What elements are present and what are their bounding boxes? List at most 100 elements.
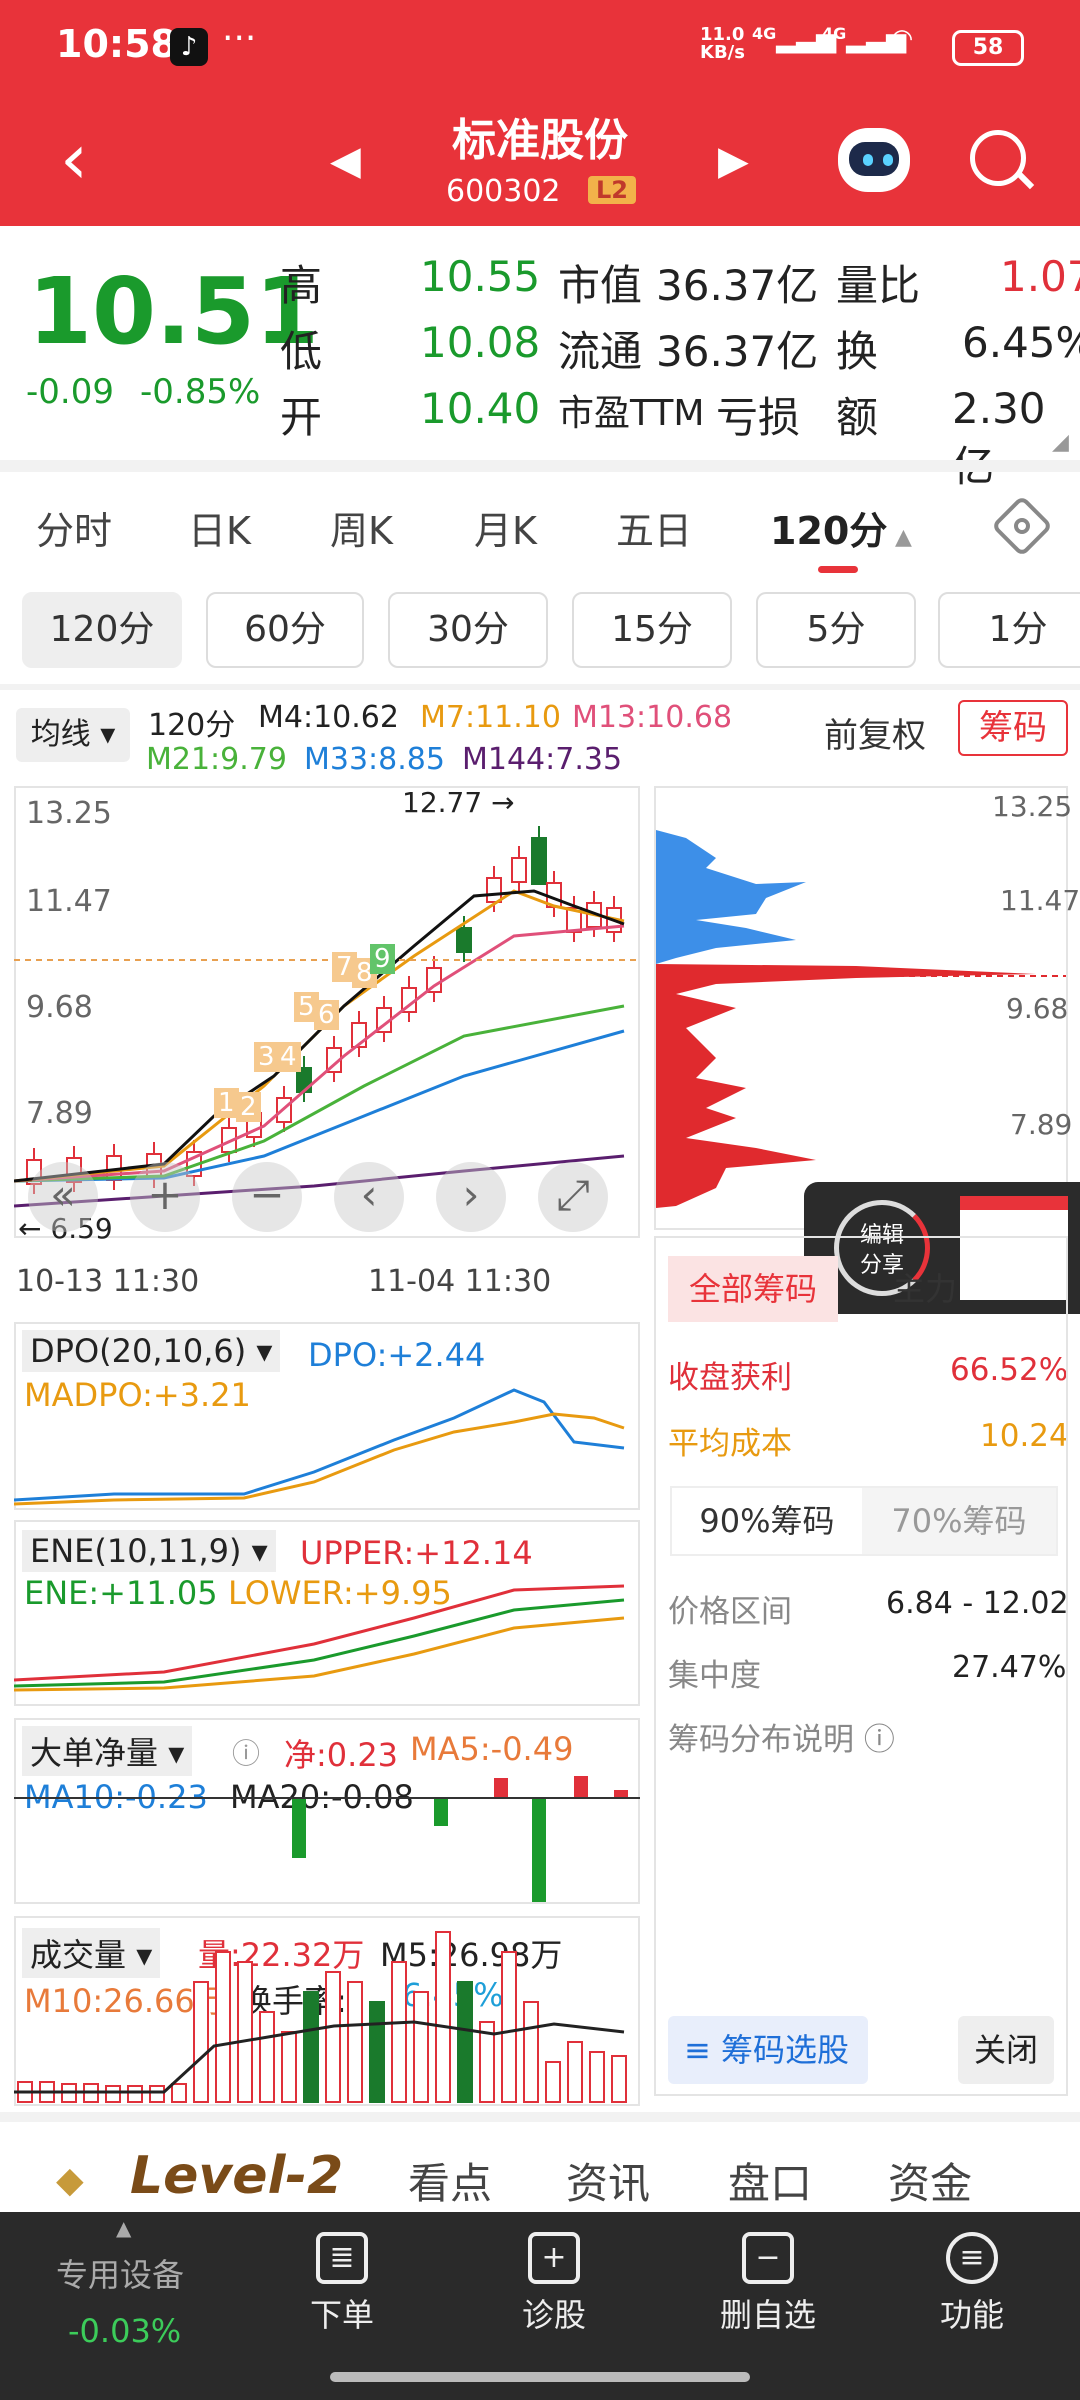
chip-explain-link[interactable]: 筹码分布说明 ⓘ (668, 1714, 895, 1759)
rewind-icon[interactable]: « (28, 1162, 98, 1232)
stock-code: 600302 (446, 174, 561, 209)
subperiod-15[interactable]: 15分 (572, 592, 732, 668)
remove-watchlist-button[interactable]: − 删自选 (720, 2232, 816, 2336)
tab-all-chips[interactable]: 全部筹码 (668, 1256, 838, 1322)
vol-ratio-label: 量比 (836, 261, 921, 310)
functions-button[interactable]: ≡ 功能 (940, 2232, 1004, 2336)
indicator-selector[interactable]: 均线 ▾ (16, 708, 130, 762)
volume-bar (303, 1991, 319, 2103)
candle (531, 837, 547, 885)
zoom-in-icon[interactable]: + (130, 1162, 200, 1232)
diagnose-button[interactable]: + 诊股 (522, 2232, 586, 2336)
tab-main-force[interactable]: 主力 (870, 1256, 980, 1322)
kline-y-label: 11.47 (26, 884, 112, 919)
tab-kandian[interactable]: 看点 (408, 2150, 492, 2211)
open-value: 10.40 (420, 384, 541, 433)
subperiod-5[interactable]: 5分 (756, 592, 916, 668)
volume-bar (193, 1981, 209, 2103)
expand-corner-icon[interactable]: ◢ (1052, 430, 1069, 455)
volume-bar (545, 2061, 561, 2103)
menu-icon: ≡ (946, 2232, 998, 2284)
profit-label: 收盘获利 (668, 1360, 792, 1396)
chip-stock-select-button[interactable]: ≡ 筹码选股 (668, 2016, 868, 2084)
low-value: 10.08 (420, 318, 541, 367)
volume-bar (611, 2055, 627, 2103)
chip-y-label: 9.68 (1006, 992, 1069, 1025)
tab-zijin[interactable]: 资金 (888, 2150, 972, 2211)
pe-label: 市盈TTM (558, 393, 705, 434)
price-change: -0.09 (26, 372, 114, 412)
diamond-icon: ◆ (56, 2160, 84, 2201)
subperiod-1[interactable]: 1分 (938, 592, 1080, 668)
chip-y-label: 11.47 (1000, 884, 1080, 917)
sector-name[interactable]: 专用设备 (56, 2250, 184, 2296)
ma-period: 120分 (148, 708, 236, 743)
scroll-right-icon[interactable]: › (436, 1162, 506, 1232)
scroll-left-icon[interactable]: ‹ (334, 1162, 404, 1232)
price-change-pct: -0.85% (140, 372, 261, 412)
amount-label: 额 (836, 393, 879, 442)
section-divider (0, 684, 1080, 690)
fullscreen-icon[interactable]: ⤢ (538, 1162, 608, 1232)
ma13-value: M13:10.68 (572, 700, 733, 735)
search-icon[interactable] (970, 130, 1026, 186)
avg-cost-value: 10.24 (980, 1418, 1069, 1454)
ma144-line (14, 1154, 625, 1208)
stock-name: 标准股份 (452, 115, 628, 166)
ma13-line (14, 924, 625, 1183)
avg-cost-label: 平均成本 (668, 1426, 792, 1462)
volume-bar (127, 2085, 143, 2103)
order-icon: ≣ (316, 2232, 368, 2284)
volume-bar (281, 2031, 297, 2103)
tab-70pct[interactable]: 70%筹码 (862, 1488, 1056, 1554)
tab-fenshi[interactable]: 分时 (36, 500, 112, 555)
order-button[interactable]: ≣ 下单 (310, 2232, 374, 2336)
tab-daily-k[interactable]: 日K (188, 500, 251, 555)
tab-weekly-k[interactable]: 周K (330, 500, 393, 555)
subperiod-60[interactable]: 60分 (206, 592, 364, 668)
float-label: 流通 (558, 327, 643, 376)
tab-five-day[interactable]: 五日 (616, 500, 692, 555)
settings-icon[interactable] (990, 494, 1054, 558)
volume-bar (171, 2083, 187, 2103)
tab-pankou[interactable]: 盘口 (728, 2150, 812, 2211)
home-indicator (330, 2372, 750, 2382)
list-icon: ≡ (684, 2031, 711, 2069)
candle (511, 857, 527, 883)
tab-90pct[interactable]: 90%筹码 (672, 1488, 862, 1554)
sector-change: -0.03% (68, 2312, 182, 2350)
float-value: 36.37亿 (656, 327, 819, 376)
subperiod-120[interactable]: 120分 (22, 592, 182, 668)
turnover-label: 换 (836, 327, 879, 376)
wifi-icon: ◠ (892, 24, 912, 54)
dpo-chart (14, 1388, 625, 1506)
chip-button[interactable]: 筹码 (958, 700, 1068, 756)
tab-zixun[interactable]: 资讯 (566, 2150, 650, 2211)
bigorder-chart (14, 1776, 640, 1902)
close-chip-button[interactable]: 关闭 (958, 2016, 1054, 2084)
ma144-value: M144:7.35 (462, 742, 623, 777)
last-price: 10.51 (28, 258, 320, 365)
ma7-value: M7:11.10 (420, 700, 561, 735)
tab-monthly-k[interactable]: 月K (474, 500, 537, 555)
adjust-mode[interactable]: 前复权 (824, 708, 926, 757)
concentration-value: 27.47% (952, 1650, 1067, 1685)
volume-bar (259, 2011, 275, 2103)
zoom-out-icon[interactable]: − (232, 1162, 302, 1232)
candle (456, 927, 472, 953)
volume-bar (457, 1981, 473, 2103)
status-bar: 10:58 ♪ ··· 11.0 KB/s 4G▂▃▅ 4G▂▃▅ ◠ 58 (0, 0, 1080, 100)
volume-bar (215, 1951, 231, 2103)
mktcap-value: 36.37亿 (656, 261, 819, 310)
tab-120min[interactable]: 120分 ▲ (770, 500, 912, 555)
level2-tab[interactable]: Level-2 (130, 2146, 343, 2206)
volume-bar (501, 1951, 517, 2103)
battery-indicator: 58 (952, 30, 1024, 66)
low-label: 低 (280, 327, 323, 376)
volume-bar (105, 2085, 121, 2103)
high-mark: 12.77 → (402, 786, 515, 819)
subperiod-30[interactable]: 30分 (388, 592, 548, 668)
robot-assistant-icon[interactable] (838, 128, 910, 192)
next-stock-icon[interactable]: ▶ (718, 138, 749, 184)
volume-bar (413, 1991, 429, 2103)
